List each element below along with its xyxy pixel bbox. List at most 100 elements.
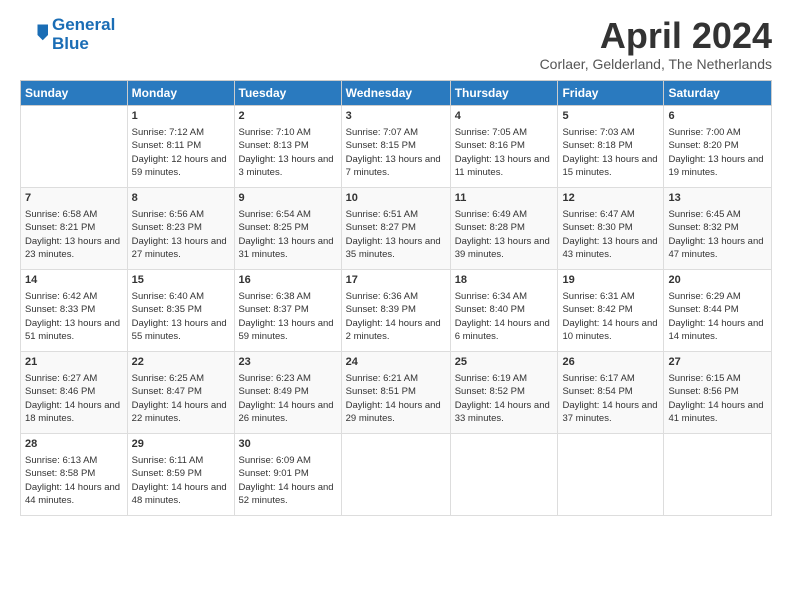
daylight-text: Daylight: 13 hours and 19 minutes. xyxy=(668,154,763,178)
day-number: 4 xyxy=(455,109,554,124)
daylight-text: Daylight: 14 hours and 26 minutes. xyxy=(239,400,334,424)
calendar-cell xyxy=(21,105,128,187)
logo-icon xyxy=(20,21,48,49)
calendar-cell: 12Sunrise: 6:47 AMSunset: 8:30 PMDayligh… xyxy=(558,187,664,269)
daylight-text: Daylight: 13 hours and 3 minutes. xyxy=(239,154,334,178)
sunset-text: Sunset: 8:33 PM xyxy=(25,304,95,315)
calendar-cell: 22 Sunrise: 6:25 AM Sunset: 8:47 PM Dayligh… xyxy=(127,351,234,433)
month-title: April 2024 xyxy=(540,16,772,56)
day-number: 3 xyxy=(346,109,446,124)
calendar-cell: 30Sunrise: 6:09 AMSunset: 9:01 PMDayligh… xyxy=(234,433,341,515)
daylight-text: Daylight: 14 hours and 37 minutes. xyxy=(562,400,657,424)
sunrise-text: Sunrise: 6:42 AM xyxy=(25,291,97,302)
calendar-cell: 8Sunrise: 6:56 AMSunset: 8:23 PMDaylight… xyxy=(127,187,234,269)
calendar-cell: 1Sunrise: 7:12 AMSunset: 8:11 PMDaylight… xyxy=(127,105,234,187)
sunrise-text: Sunrise: 6:13 AM xyxy=(25,455,97,466)
sunset-text: Sunset: 8:21 PM xyxy=(25,222,95,233)
week-row-2: 7 Sunrise: 6:58 AM Sunset: 8:21 PM Daylight… xyxy=(21,187,772,269)
calendar-cell: 15Sunrise: 6:40 AMSunset: 8:35 PMDayligh… xyxy=(127,269,234,351)
day-number: 2 xyxy=(239,109,337,124)
sunset-text: Sunset: 8:49 PM xyxy=(239,386,309,397)
calendar-cell: 9Sunrise: 6:54 AMSunset: 8:25 PMDaylight… xyxy=(234,187,341,269)
day-number: 25 xyxy=(455,355,554,370)
day-number: 7 xyxy=(25,191,123,206)
calendar-cell: 10Sunrise: 6:51 AMSunset: 8:27 PMDayligh… xyxy=(341,187,450,269)
sunset-text: Sunset: 9:01 PM xyxy=(239,468,309,479)
calendar-cell: 26 Sunrise: 6:17 AM Sunset: 8:54 PM Dayligh… xyxy=(558,351,664,433)
day-number: 12 xyxy=(562,191,659,206)
day-number: 16 xyxy=(239,273,337,288)
week-row-5: 28Sunrise: 6:13 AMSunset: 8:58 PMDayligh… xyxy=(21,433,772,515)
day-number: 9 xyxy=(239,191,337,206)
sunrise-text: Sunrise: 7:07 AM xyxy=(346,127,418,138)
day-number: 5 xyxy=(562,109,659,124)
day-number: 24 xyxy=(346,355,446,370)
daylight-text: Daylight: 14 hours and 33 minutes. xyxy=(455,400,550,424)
day-number: 26 xyxy=(562,355,659,370)
calendar-cell: 24Sunrise: 6:21 AMSunset: 8:51 PMDayligh… xyxy=(341,351,450,433)
day-number: 17 xyxy=(346,273,446,288)
sunrise-text: Sunrise: 6:51 AM xyxy=(346,209,418,220)
daylight-text: Daylight: 13 hours and 7 minutes. xyxy=(346,154,441,178)
sunset-text: Sunset: 8:35 PM xyxy=(132,304,202,315)
sunrise-text: Sunrise: 6:23 AM xyxy=(239,373,311,384)
daylight-text: Daylight: 13 hours and 43 minutes. xyxy=(562,236,657,260)
calendar-cell xyxy=(664,433,772,515)
header-row: SundayMondayTuesdayWednesdayThursdayFrid… xyxy=(21,80,772,105)
calendar-cell: 2Sunrise: 7:10 AMSunset: 8:13 PMDaylight… xyxy=(234,105,341,187)
sunset-text: Sunset: 8:46 PM xyxy=(25,386,95,397)
day-header-wednesday: Wednesday xyxy=(341,80,450,105)
sunset-text: Sunset: 8:23 PM xyxy=(132,222,202,233)
sunrise-text: Sunrise: 6:58 AM xyxy=(25,209,97,220)
sunset-text: Sunset: 8:27 PM xyxy=(346,222,416,233)
sunset-text: Sunset: 8:44 PM xyxy=(668,304,738,315)
calendar-cell: 13Sunrise: 6:45 AMSunset: 8:32 PMDayligh… xyxy=(664,187,772,269)
calendar-cell: 5Sunrise: 7:03 AMSunset: 8:18 PMDaylight… xyxy=(558,105,664,187)
daylight-text: Daylight: 13 hours and 39 minutes. xyxy=(455,236,550,260)
calendar-cell: 14Sunrise: 6:42 AMSunset: 8:33 PMDayligh… xyxy=(21,269,128,351)
daylight-text: Daylight: 14 hours and 10 minutes. xyxy=(562,318,657,342)
day-number: 8 xyxy=(132,191,230,206)
sunset-text: Sunset: 8:47 PM xyxy=(132,386,202,397)
day-number: 20 xyxy=(668,273,767,288)
daylight-text: Daylight: 14 hours and 22 minutes. xyxy=(132,400,227,424)
day-number: 30 xyxy=(239,437,337,452)
day-header-saturday: Saturday xyxy=(664,80,772,105)
daylight-text: Daylight: 13 hours and 51 minutes. xyxy=(25,318,120,342)
day-number: 6 xyxy=(668,109,767,124)
day-header-monday: Monday xyxy=(127,80,234,105)
calendar-cell: 18Sunrise: 6:34 AMSunset: 8:40 PMDayligh… xyxy=(450,269,558,351)
sunset-text: Sunset: 8:40 PM xyxy=(455,304,525,315)
daylight-text: Daylight: 13 hours and 15 minutes. xyxy=(562,154,657,178)
sunrise-text: Sunrise: 6:17 AM xyxy=(562,373,634,384)
sunset-text: Sunset: 8:42 PM xyxy=(562,304,632,315)
sunset-text: Sunset: 8:25 PM xyxy=(239,222,309,233)
daylight-text: Daylight: 14 hours and 18 minutes. xyxy=(25,400,120,424)
daylight-text: Daylight: 14 hours and 41 minutes. xyxy=(668,400,763,424)
day-header-thursday: Thursday xyxy=(450,80,558,105)
sunrise-text: Sunrise: 6:54 AM xyxy=(239,209,311,220)
day-number: 29 xyxy=(132,437,230,452)
sunset-text: Sunset: 8:18 PM xyxy=(562,140,632,151)
sunset-text: Sunset: 8:20 PM xyxy=(668,140,738,151)
sunset-text: Sunset: 8:13 PM xyxy=(239,140,309,151)
sunrise-text: Sunrise: 6:25 AM xyxy=(132,373,204,384)
day-number: 21 xyxy=(25,355,123,370)
header: General Blue April 2024 Corlaer, Gelderl… xyxy=(20,16,772,72)
subtitle: Corlaer, Gelderland, The Netherlands xyxy=(540,56,772,72)
calendar-cell: 11Sunrise: 6:49 AMSunset: 8:28 PMDayligh… xyxy=(450,187,558,269)
day-number: 15 xyxy=(132,273,230,288)
day-number: 19 xyxy=(562,273,659,288)
sunrise-text: Sunrise: 7:00 AM xyxy=(668,127,740,138)
sunrise-text: Sunrise: 6:47 AM xyxy=(562,209,634,220)
calendar-cell: 19Sunrise: 6:31 AMSunset: 8:42 PMDayligh… xyxy=(558,269,664,351)
sunset-text: Sunset: 8:15 PM xyxy=(346,140,416,151)
day-number: 11 xyxy=(455,191,554,206)
day-number: 22 xyxy=(132,355,230,370)
daylight-text: Daylight: 14 hours and 44 minutes. xyxy=(25,482,120,506)
calendar-cell: 17Sunrise: 6:36 AMSunset: 8:39 PMDayligh… xyxy=(341,269,450,351)
sunrise-text: Sunrise: 6:29 AM xyxy=(668,291,740,302)
sunset-text: Sunset: 8:54 PM xyxy=(562,386,632,397)
daylight-text: Daylight: 14 hours and 14 minutes. xyxy=(668,318,763,342)
sunrise-text: Sunrise: 6:40 AM xyxy=(132,291,204,302)
